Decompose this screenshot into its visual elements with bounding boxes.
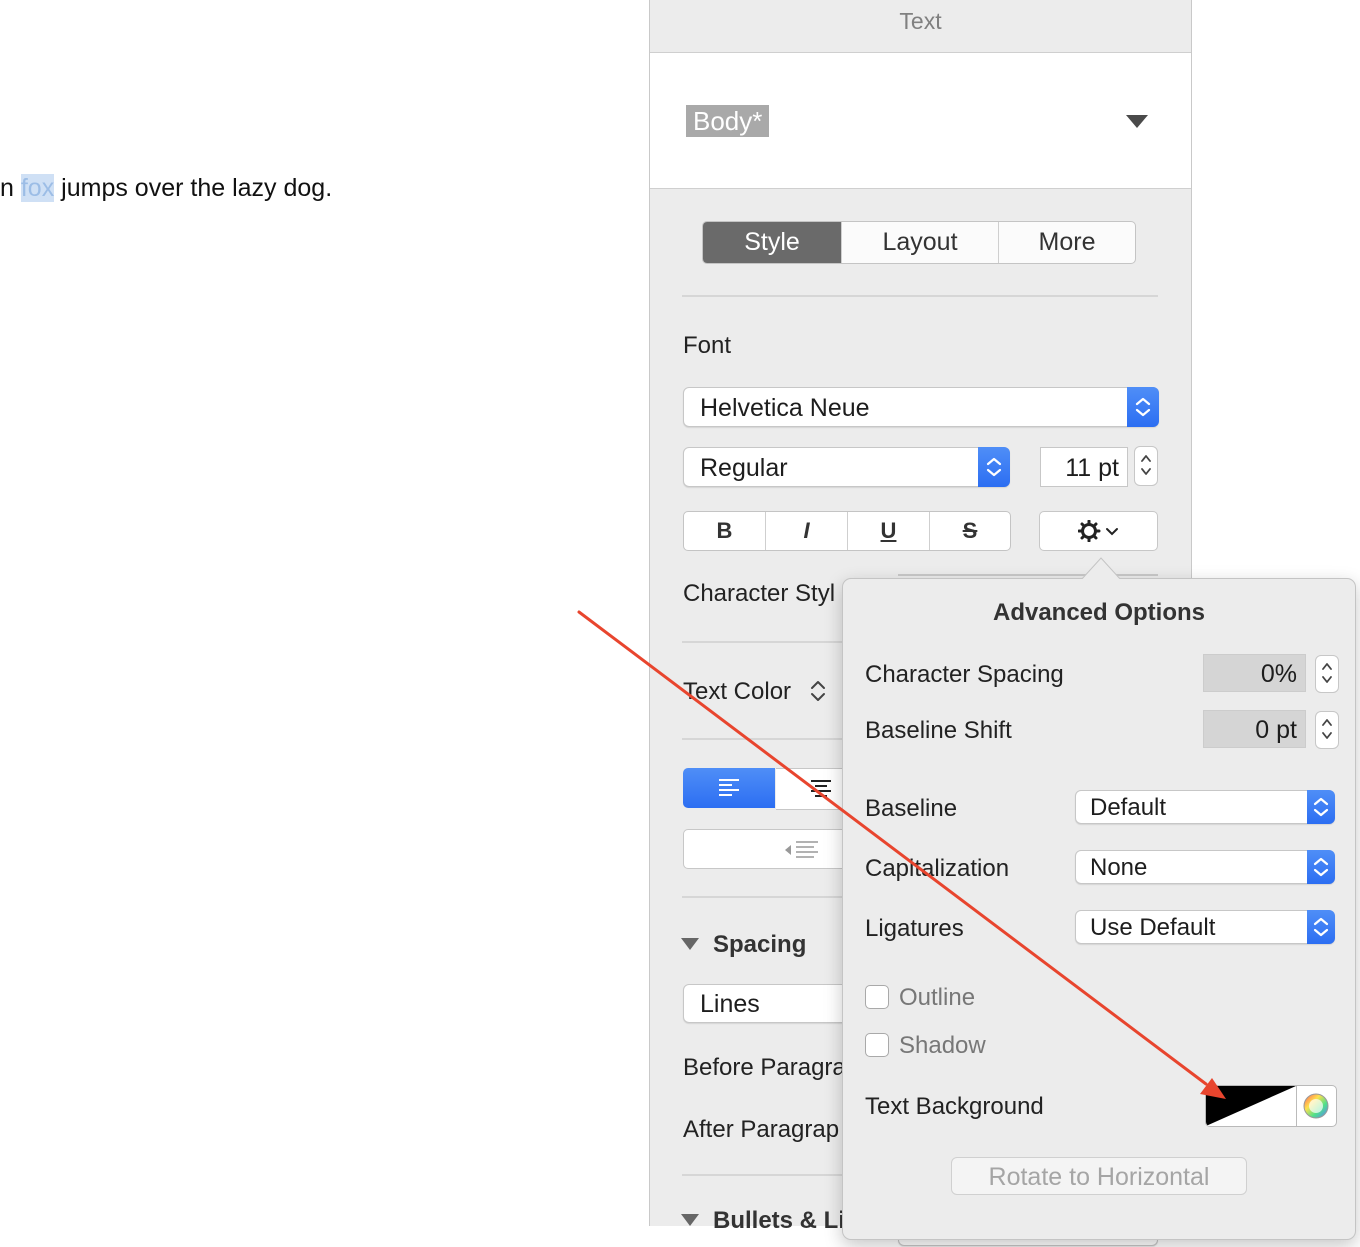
- updown-chevron-icon: [978, 447, 1010, 487]
- updown-chevron-icon: [1307, 790, 1335, 824]
- outdent-icon: [785, 841, 818, 858]
- text-background-label: Text Background: [865, 1093, 1044, 1120]
- ligatures-label: Ligatures: [865, 915, 964, 942]
- tab-more[interactable]: More: [999, 222, 1135, 263]
- gear-chevron-icon: [1078, 520, 1118, 542]
- align-left-icon: [719, 779, 739, 796]
- updown-chevron-icon: [1127, 387, 1159, 427]
- ligatures-popup[interactable]: Use Default: [1075, 910, 1335, 944]
- font-size-stepper[interactable]: [1134, 446, 1158, 486]
- paragraph-style-dropdown-icon[interactable]: [1126, 115, 1148, 128]
- align-left-button[interactable]: [683, 768, 775, 808]
- font-section-label: Font: [683, 332, 732, 359]
- advanced-options-popover: Advanced Options Character Spacing 0% Ba…: [842, 557, 1356, 1240]
- ligatures-value: Use Default: [1090, 914, 1216, 941]
- baseline-value: Default: [1090, 794, 1167, 821]
- text-background-color-well[interactable]: [1206, 1086, 1296, 1126]
- font-size-field[interactable]: 11 pt: [1040, 447, 1128, 487]
- capitalization-label: Capitalization: [865, 855, 1010, 882]
- baseline-shift-stepper[interactable]: [1315, 711, 1339, 749]
- baseline-label: Baseline: [865, 795, 958, 822]
- underline-button[interactable]: U: [848, 512, 930, 550]
- inspector-tabs: Style Layout More: [702, 221, 1136, 264]
- text-after-selection: jumps over the lazy dog.: [54, 174, 333, 202]
- strikethrough-button[interactable]: S: [930, 512, 1010, 550]
- paragraph-style-name[interactable]: Body*: [686, 105, 770, 137]
- tab-style[interactable]: Style: [703, 222, 842, 263]
- rotate-to-horizontal-button: Rotate to Horizontal: [951, 1157, 1247, 1195]
- color-well-divider: [1296, 1086, 1297, 1126]
- character-styles-label: Character Styl: [683, 580, 836, 607]
- bold-button[interactable]: B: [684, 512, 766, 550]
- divider: [682, 295, 1158, 297]
- before-paragraph-label: Before Paragra: [683, 1054, 846, 1081]
- advanced-options-title: Advanced Options: [992, 599, 1206, 626]
- font-family-popup[interactable]: Helvetica Neue: [683, 387, 1159, 427]
- spacing-mode-value: Lines: [700, 990, 760, 1018]
- typeface-popup[interactable]: Regular: [683, 447, 1010, 487]
- italic-button[interactable]: I: [766, 512, 848, 550]
- align-center-button[interactable]: [776, 768, 847, 810]
- selected-text[interactable]: fox: [20, 174, 55, 202]
- character-spacing-stepper[interactable]: [1315, 655, 1339, 693]
- text-background-color-control: [1205, 1085, 1337, 1127]
- color-wheel-icon[interactable]: [1302, 1092, 1330, 1120]
- after-paragraph-label: After Paragrap: [683, 1116, 840, 1143]
- text-format-buttons: B I U S: [683, 511, 1011, 551]
- document-body-text[interactable]: n fox jumps over the lazy dog.: [0, 174, 332, 203]
- baseline-popup[interactable]: Default: [1075, 790, 1335, 824]
- disclosure-triangle-icon[interactable]: [681, 1214, 699, 1226]
- font-size-value: 11 pt: [1065, 454, 1119, 482]
- align-center-icon: [811, 780, 831, 797]
- baseline-shift-field[interactable]: 0 pt: [1203, 710, 1306, 748]
- text-color-label[interactable]: Text Color: [683, 678, 791, 706]
- typeface-value: Regular: [700, 454, 788, 482]
- updown-chevron-icon: [1307, 910, 1335, 944]
- baseline-shift-label: Baseline Shift: [865, 717, 1012, 744]
- disclosure-triangle-icon[interactable]: [681, 938, 699, 950]
- shadow-checkbox[interactable]: [865, 1033, 889, 1057]
- character-spacing-label: Character Spacing: [865, 661, 1064, 688]
- updown-chevron-icon[interactable]: [808, 678, 828, 704]
- popover-arrow: [1081, 557, 1121, 581]
- outline-label[interactable]: Outline: [899, 984, 975, 1012]
- inspector-title: Text: [899, 8, 942, 34]
- advanced-options-button[interactable]: [1039, 511, 1158, 551]
- text-before-selection: n: [0, 174, 21, 202]
- capitalization-value: None: [1090, 854, 1148, 881]
- updown-chevron-icon: [1307, 850, 1335, 884]
- spacing-section-label[interactable]: Spacing: [713, 931, 806, 959]
- paragraph-style-selector[interactable]: Body*: [650, 53, 1191, 189]
- capitalization-popup[interactable]: None: [1075, 850, 1335, 884]
- tab-layout[interactable]: Layout: [842, 222, 999, 263]
- outline-checkbox[interactable]: [865, 985, 889, 1009]
- font-family-value: Helvetica Neue: [700, 394, 870, 422]
- character-spacing-field[interactable]: 0%: [1203, 654, 1306, 692]
- shadow-label[interactable]: Shadow: [899, 1032, 986, 1060]
